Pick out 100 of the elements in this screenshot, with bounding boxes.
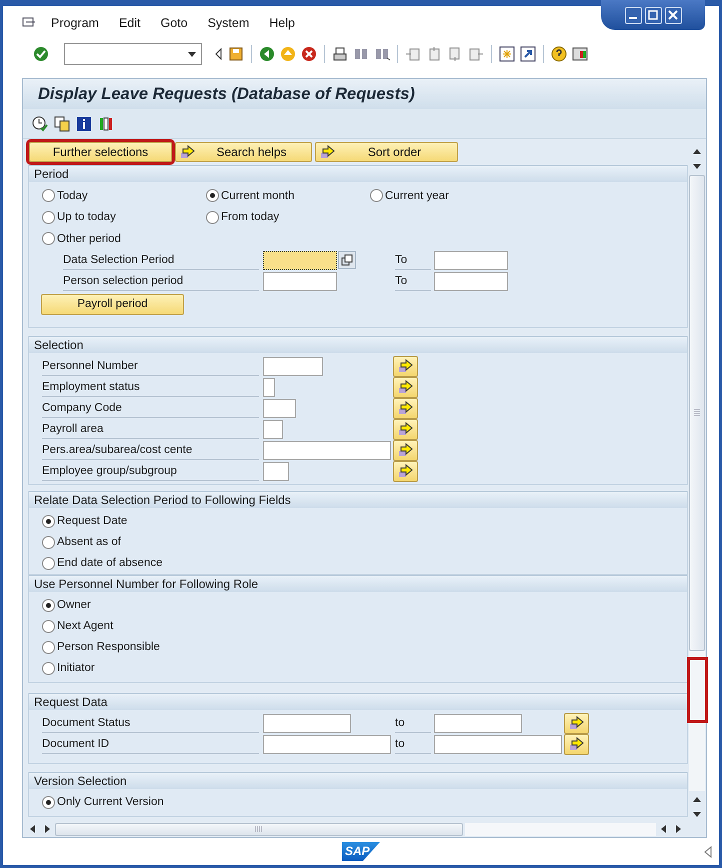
radio-button[interactable]: Other period [42, 232, 121, 246]
check-icon[interactable] [33, 46, 49, 62]
back-icon[interactable] [259, 46, 275, 62]
screen-title: Display Leave Requests (Database of Requests) [38, 84, 415, 104]
field-label: To [395, 272, 431, 290]
radio-button[interactable]: Next Agent [42, 620, 114, 632]
radio-button[interactable]: Request Date [42, 514, 128, 528]
arrow-right-icon [568, 716, 584, 730]
field-label: Document Status [42, 714, 259, 732]
radio-button[interactable]: Person Responsible [42, 640, 160, 654]
last-page-icon[interactable] [468, 46, 484, 62]
multiple-selection-button[interactable] [338, 251, 356, 269]
maximize-icon[interactable] [648, 10, 658, 20]
field-label: Personnel Number [42, 356, 259, 376]
info-icon[interactable] [76, 116, 92, 132]
save-icon[interactable] [228, 46, 244, 62]
arrow-right-icon [398, 359, 414, 373]
input-field[interactable] [263, 734, 391, 754]
menu-item[interactable]: Program [51, 16, 99, 30]
multiple-selection-button[interactable] [393, 376, 418, 398]
field-label: to [395, 714, 431, 732]
tab-button[interactable]: Search helps [175, 142, 312, 162]
sap-logo: SAP [342, 842, 380, 861]
copy-icon[interactable] [341, 254, 353, 266]
field-label: Pers.area/subarea/cost cente [42, 440, 259, 460]
cancel-icon[interactable] [301, 46, 317, 62]
field-label: Payroll area [42, 420, 259, 438]
help-icon[interactable] [551, 46, 567, 62]
menu-item[interactable]: Edit [118, 16, 140, 30]
grip-icon [254, 826, 264, 832]
input-field[interactable] [434, 272, 508, 290]
field-label: Document ID [42, 734, 259, 754]
maximize-button[interactable] [644, 6, 662, 24]
multiple-selection-button[interactable] [393, 418, 418, 440]
arrow-right-icon [398, 422, 414, 436]
input-field[interactable] [434, 250, 508, 270]
menu-item[interactable]: Help [269, 16, 295, 30]
field-label: Employment status [42, 378, 259, 396]
minimize-button[interactable] [624, 6, 642, 24]
copy-icon[interactable] [54, 116, 70, 132]
tab-button[interactable]: Sort order [315, 142, 458, 162]
field-label: Data Selection Period [63, 250, 259, 270]
close-icon[interactable] [668, 10, 678, 20]
new-session-icon[interactable] [499, 46, 515, 62]
input-field[interactable] [263, 420, 283, 438]
arrow-right-icon [398, 443, 414, 457]
multiple-selection-button[interactable] [564, 712, 589, 734]
grip-icon [694, 408, 700, 418]
field-label: to [395, 734, 431, 754]
menu-item[interactable]: Goto [160, 16, 188, 30]
radio-button[interactable]: Current month [206, 189, 295, 202]
clock-check-icon[interactable] [32, 116, 48, 132]
radio-button[interactable]: Absent as of [42, 536, 121, 548]
field-label: To [395, 250, 431, 270]
input-field[interactable] [263, 714, 351, 732]
input-field[interactable] [434, 734, 562, 754]
print-icon[interactable] [332, 46, 348, 62]
input-field[interactable] [263, 398, 296, 418]
radio-button[interactable]: Owner [42, 598, 91, 612]
field-label: Employee group/subgroup [42, 462, 259, 480]
input-field[interactable] [434, 714, 522, 732]
radio-button[interactable]: Only Current Version [42, 796, 164, 808]
multiple-selection-button[interactable] [393, 440, 418, 460]
input-field[interactable] [263, 462, 289, 480]
radio-button[interactable]: Current year [370, 189, 449, 202]
shortcut-icon[interactable] [520, 46, 536, 62]
tab-button[interactable]: Further selections [29, 142, 172, 162]
multiple-selection-button[interactable] [393, 460, 418, 482]
back-triangle-icon[interactable] [213, 46, 223, 62]
multiple-selection-button[interactable] [393, 398, 418, 418]
dropdown-icon[interactable] [187, 50, 197, 58]
multiple-selection-button[interactable] [564, 734, 589, 754]
first-page-icon[interactable] [405, 46, 421, 62]
columns-icon[interactable] [98, 116, 114, 132]
customize-layout-icon[interactable] [572, 46, 588, 62]
radio-button[interactable]: From today [206, 210, 280, 224]
arrow-right-icon [180, 145, 196, 159]
payroll-period-button[interactable]: Payroll period [41, 294, 184, 314]
menu-icon[interactable] [22, 17, 36, 29]
arrow-right-icon [398, 464, 414, 478]
scrollbar-thumb[interactable] [689, 175, 705, 651]
menu-item[interactable]: System [208, 16, 250, 30]
multiple-selection-button[interactable] [393, 356, 418, 376]
close-button[interactable] [664, 6, 682, 24]
input-field[interactable] [263, 440, 391, 460]
radio-button[interactable]: Initiator [42, 662, 95, 674]
arrow-right-icon [398, 380, 414, 394]
input-field[interactable] [263, 356, 323, 376]
command-field[interactable] [64, 43, 202, 65]
arrow-right-icon [568, 737, 584, 751]
radio-button[interactable]: End date of absence [42, 556, 162, 570]
radio-button[interactable]: Up to today [42, 210, 116, 224]
scrollbar-thumb[interactable] [55, 822, 463, 836]
arrow-right-icon [320, 145, 336, 159]
section-title: Period [29, 165, 687, 182]
input-field[interactable] [263, 272, 337, 290]
input-field[interactable] [263, 250, 337, 270]
input-field[interactable] [263, 378, 275, 396]
radio-button[interactable]: Today [42, 189, 88, 202]
section-title: Relate Data Selection Period to Following Fields [29, 490, 687, 508]
